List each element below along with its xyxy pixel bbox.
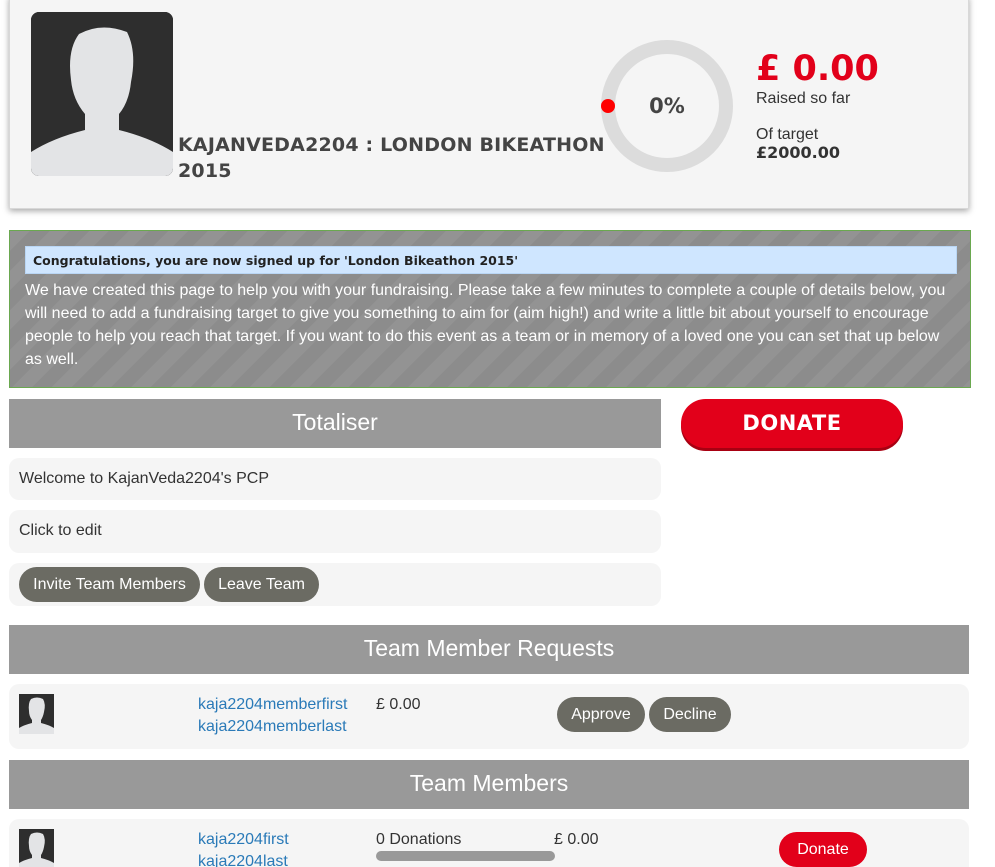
target-amount: £2000.00 [756, 143, 841, 162]
donation-progress-bar [376, 851, 555, 861]
fundraiser-header: KAJANVEDA2204 : LONDON BIKEATHON 2015 0%… [9, 0, 969, 209]
target-label: Of target [756, 126, 819, 143]
request-amount: £ 0.00 [376, 696, 421, 713]
welcome-panel: Welcome to KajanVeda2204's PCP [9, 458, 661, 500]
member-donate-button[interactable]: Donate [779, 832, 867, 867]
request-last-name-link[interactable]: kaja2204memberlast [198, 716, 347, 738]
notice-body: We have created this page to help you wi… [25, 282, 946, 368]
click-to-edit-text[interactable]: Click to edit [19, 522, 102, 540]
leave-team-button[interactable]: Leave Team [204, 567, 319, 602]
team-actions-panel: Invite Team Members Leave Team [9, 563, 661, 606]
page-title: KAJANVEDA2204 : LONDON BIKEATHON 2015 [178, 134, 605, 182]
person-silhouette-icon [31, 12, 173, 176]
avatar [19, 694, 54, 734]
progress-percentage: 0% [649, 94, 685, 118]
request-first-name-link[interactable]: kaja2204memberfirst [198, 694, 347, 716]
person-silhouette-icon [19, 694, 54, 734]
team-members-heading: Team Members [9, 760, 969, 809]
team-member-requests-heading: Team Member Requests [9, 625, 969, 674]
member-first-name-link[interactable]: kaja2204first [198, 829, 289, 851]
person-silhouette-icon [19, 829, 54, 867]
member-amount: £ 0.00 [554, 831, 599, 848]
totaliser-heading: Totaliser [9, 399, 661, 448]
signup-notice: Congratulations, you are now signed up f… [9, 230, 971, 388]
raised-label: Raised so far [756, 90, 851, 107]
raised-amount: £ 0.00 [756, 49, 879, 89]
member-row: kaja2204first kaja2204last 0 Donations £… [9, 819, 969, 867]
notice-heading: Congratulations, you are now signed up f… [25, 246, 957, 274]
avatar [19, 829, 54, 867]
invite-team-members-button[interactable]: Invite Team Members [19, 567, 200, 602]
member-last-name-link[interactable]: kaja2204last [198, 851, 288, 867]
edit-panel[interactable]: Click to edit [9, 510, 661, 553]
profile-avatar[interactable] [31, 12, 173, 176]
decline-button[interactable]: Decline [649, 697, 731, 732]
donation-count: 0 Donations [376, 831, 462, 848]
donate-button[interactable]: DONATE [681, 399, 903, 448]
welcome-text: Welcome to KajanVeda2204's PCP [19, 470, 270, 487]
request-row: kaja2204memberfirst kaja2204memberlast £… [9, 684, 969, 749]
approve-button[interactable]: Approve [557, 697, 645, 732]
